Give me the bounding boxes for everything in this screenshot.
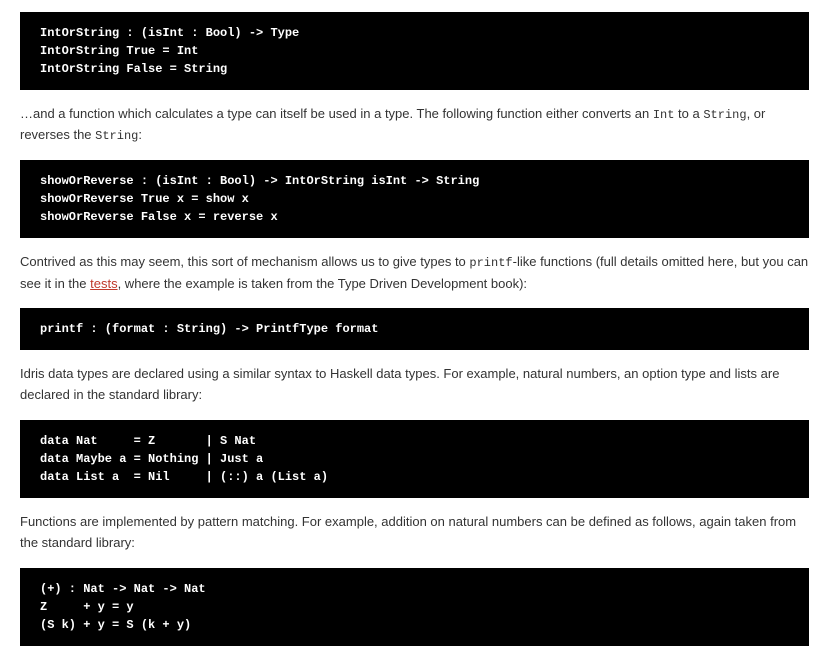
- code-block-printf: printf : (format : String) -> PrintfType…: [20, 308, 809, 350]
- code-block-intorstring: IntOrString : (isInt : Bool) -> Type Int…: [20, 12, 809, 90]
- paragraph-type-function: …and a function which calculates a type …: [20, 104, 809, 146]
- tests-link[interactable]: tests: [90, 276, 117, 291]
- text: Contrived as this may seem, this sort of…: [20, 254, 469, 269]
- paragraph-pattern-matching: Functions are implemented by pattern mat…: [20, 512, 809, 554]
- inline-code-int: Int: [653, 108, 675, 122]
- text: …and a function which calculates a type …: [20, 106, 653, 121]
- code-block-showorreverse: showOrReverse : (isInt : Bool) -> IntOrS…: [20, 160, 809, 238]
- inline-code-printf: printf: [469, 256, 512, 270]
- inline-code-string: String: [703, 108, 746, 122]
- text: to a: [674, 106, 703, 121]
- inline-code-string2: String: [95, 129, 138, 143]
- code-block-datatypes: data Nat = Z | S Nat data Maybe a = Noth…: [20, 420, 809, 498]
- text: , where the example is taken from the Ty…: [118, 276, 527, 291]
- text: :: [138, 127, 142, 142]
- paragraph-printf: Contrived as this may seem, this sort of…: [20, 252, 809, 294]
- paragraph-datatypes: Idris data types are declared using a si…: [20, 364, 809, 406]
- code-block-plus: (+) : Nat -> Nat -> Nat Z + y = y (S k) …: [20, 568, 809, 646]
